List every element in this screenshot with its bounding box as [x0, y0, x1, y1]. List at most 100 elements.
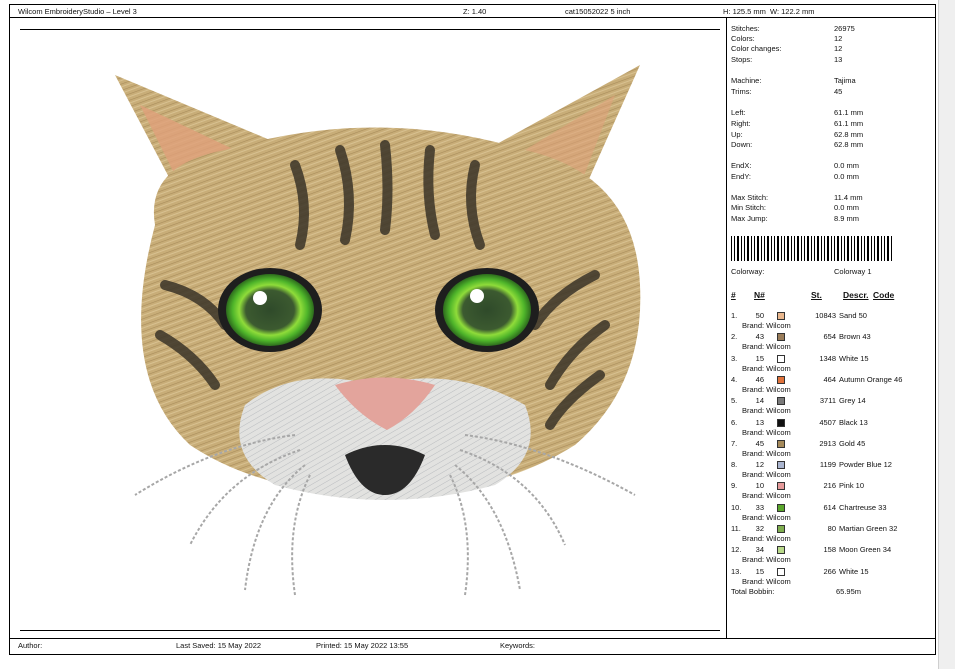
max-jump-value: 8.9 mm — [834, 214, 860, 223]
color-swatch — [777, 482, 785, 490]
color-row-description: Powder Blue 12 — [839, 460, 892, 469]
barcode-bar — [801, 236, 802, 261]
barcode-bar — [837, 236, 839, 261]
color-row-index: 12. — [731, 545, 742, 554]
color-row-brand: Brand: Wilcom — [742, 577, 791, 586]
color-row-description: Black 13 — [839, 418, 868, 427]
barcode-bar — [861, 236, 862, 261]
color-row-thread-number: 12 — [755, 460, 764, 469]
barcode-bar — [834, 236, 835, 261]
barcode-bar — [844, 236, 845, 261]
color-row-description: Gold 45 — [839, 439, 866, 448]
barcode-bar — [761, 236, 762, 261]
barcode-bar — [787, 236, 789, 261]
header-divider — [9, 17, 936, 18]
color-row-stitches: 1348 — [819, 354, 836, 363]
down-label: Down: — [731, 140, 753, 149]
design-width: W: 122.2 mm — [770, 7, 815, 16]
color-row-brand: Brand: Wilcom — [742, 385, 791, 394]
barcode-bar — [791, 236, 792, 261]
color-row-brand: Brand: Wilcom — [742, 449, 791, 458]
col-header-descr: Descr. — [843, 290, 869, 300]
endy-value: 0.0 mm — [834, 172, 860, 181]
color-row-index: 7. — [731, 439, 738, 448]
color-row-description: Brown 43 — [839, 332, 871, 341]
color-swatch — [777, 546, 785, 554]
col-header-stitches: St. — [811, 290, 822, 300]
embroidery-design-image — [115, 65, 641, 596]
left-label: Left: — [731, 108, 746, 117]
colorway-value: Colorway 1 — [834, 267, 872, 276]
color-row-thread-number: 33 — [755, 503, 764, 512]
color-row-stitches: 3711 — [819, 396, 836, 405]
color-row-brand: Brand: Wilcom — [742, 321, 791, 330]
color-row-index: 8. — [731, 460, 738, 469]
barcode-bar — [864, 236, 865, 261]
color-row-description: Grey 14 — [839, 396, 866, 405]
footer-divider — [9, 638, 936, 639]
color-row-description: Sand 50 — [839, 311, 867, 320]
machine-value: Tajima — [834, 76, 856, 85]
color-row-brand: Brand: Wilcom — [742, 428, 791, 437]
color-swatch — [777, 504, 785, 512]
color-row-brand: Brand: Wilcom — [742, 470, 791, 479]
barcode-bar — [751, 236, 752, 261]
footer-author: Author: — [18, 641, 43, 650]
color-swatch — [777, 397, 785, 405]
color-row-brand: Brand: Wilcom — [742, 342, 791, 351]
color-row-thread-number: 45 — [755, 439, 764, 448]
zoom-level: Z: 1.40 — [463, 7, 487, 16]
color-row-index: 13. — [731, 567, 742, 576]
endy-label: EndY: — [731, 172, 752, 181]
viewer-scroll-edge[interactable] — [938, 0, 955, 669]
barcode-bar — [811, 236, 812, 261]
frame-top — [9, 4, 936, 5]
max-jump-label: Max Jump: — [731, 214, 768, 223]
color-row-index: 3. — [731, 354, 738, 363]
barcode-bar — [737, 236, 739, 261]
left-value: 61.1 mm — [834, 108, 864, 117]
color-row-brand: Brand: Wilcom — [742, 534, 791, 543]
color-swatch — [777, 461, 785, 469]
barcode-bar — [891, 236, 892, 261]
stitches-label: Stitches: — [731, 24, 760, 33]
barcode-bar — [771, 236, 772, 261]
barcode-bar — [847, 236, 849, 261]
color-row-stitches: 10843 — [815, 311, 836, 320]
color-swatch — [777, 568, 785, 576]
panel-divider — [726, 17, 727, 638]
color-row-brand: Brand: Wilcom — [742, 364, 791, 373]
barcode-bar — [784, 236, 785, 261]
color-row-thread-number: 15 — [755, 567, 764, 576]
stitches-value: 26975 — [834, 24, 855, 33]
max-stitch-value: 11.4 mm — [834, 193, 863, 202]
barcode-bar — [854, 236, 855, 261]
color-row-stitches: 80 — [827, 524, 836, 533]
color-swatch — [777, 376, 785, 384]
barcode-bar — [797, 236, 799, 261]
colors-value: 12 — [834, 34, 843, 43]
color-row-description: White 15 — [839, 567, 869, 576]
color-row-description: Chartreuse 33 — [839, 503, 887, 512]
endx-label: EndX: — [731, 161, 752, 170]
col-header-code: Code — [873, 290, 895, 300]
barcode-bar — [807, 236, 809, 261]
color-row-stitches: 4507 — [819, 418, 836, 427]
stops-value: 13 — [834, 55, 843, 64]
color-row-index: 9. — [731, 481, 738, 490]
color-row-stitches: 216 — [823, 481, 836, 490]
total-bobbin-value: 65.95m — [836, 587, 862, 596]
barcode-bar — [757, 236, 759, 261]
trims-label: Trims: — [731, 87, 752, 96]
color-swatch — [777, 525, 785, 533]
colors-label: Colors: — [731, 34, 755, 43]
color-swatch — [777, 355, 785, 363]
barcode-bar — [871, 236, 872, 261]
barcode-bar — [884, 236, 885, 261]
footer-printed: Printed: 15 May 2022 13:55 — [316, 641, 409, 650]
colorway-label: Colorway: — [731, 267, 765, 276]
barcode-bar — [831, 236, 832, 261]
right-label: Right: — [731, 119, 751, 128]
barcode-bar — [877, 236, 879, 261]
barcode-bar — [857, 236, 859, 261]
